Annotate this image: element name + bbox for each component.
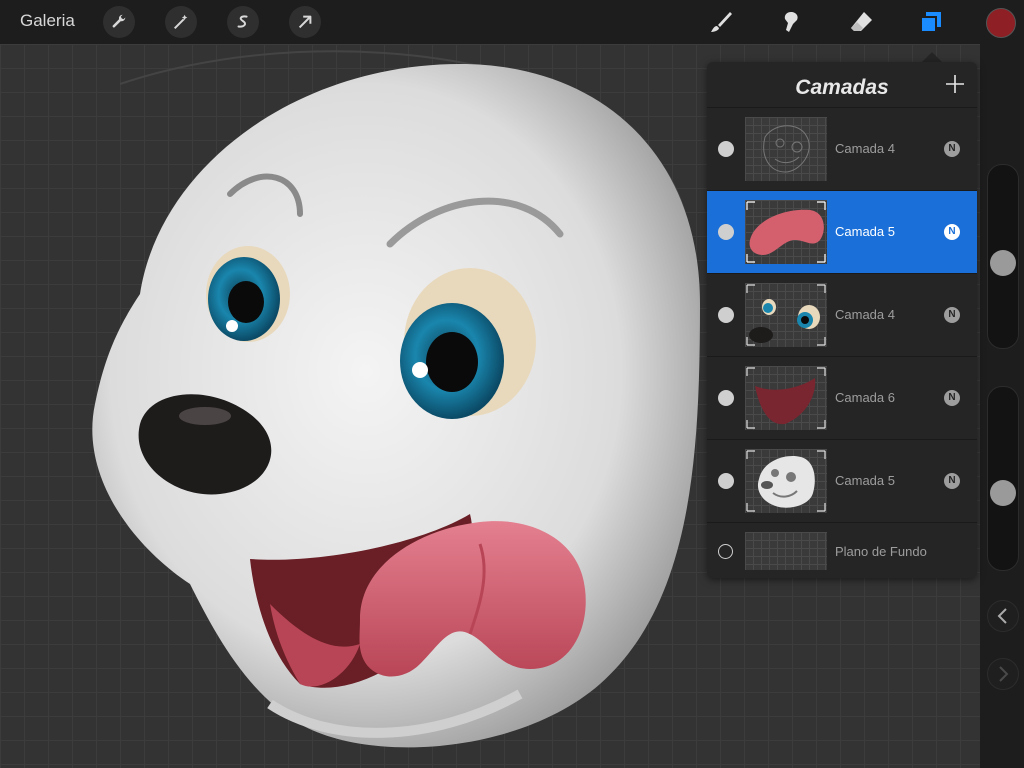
background-layer-row[interactable]: Plano de Fundo [707, 522, 977, 579]
eraser-icon[interactable] [844, 6, 878, 38]
layer-thumbnail [745, 200, 827, 264]
opacity-knob[interactable] [990, 480, 1016, 506]
layer-row[interactable]: Camada 5 N [707, 439, 977, 523]
gallery-button[interactable]: Galeria [20, 11, 75, 31]
blend-mode-button[interactable]: N [944, 224, 960, 240]
layer-thumbnail [745, 449, 827, 513]
background-thumbnail [745, 532, 827, 570]
blend-mode-button[interactable]: N [944, 473, 960, 489]
layer-visibility-toggle[interactable] [718, 390, 734, 406]
transform-arrow-icon[interactable] [289, 6, 321, 38]
brush-size-knob[interactable] [990, 250, 1016, 276]
layer-thumbnail [745, 117, 827, 181]
color-picker-button[interactable] [986, 8, 1016, 38]
chevron-left-icon[interactable] [987, 600, 1019, 632]
layer-row-selected[interactable]: Camada 5 N [707, 190, 977, 274]
magic-wand-icon[interactable] [165, 6, 197, 38]
layers-panel-title: Camadas [795, 76, 889, 99]
opacity-slider[interactable] [987, 386, 1019, 571]
layers-icon[interactable] [914, 6, 948, 38]
layer-name: Camada 5 [835, 473, 895, 488]
selection-icon[interactable] [227, 6, 259, 38]
layer-name: Camada 4 [835, 141, 895, 156]
brush-icon[interactable] [704, 6, 738, 38]
blend-mode-button[interactable]: N [944, 141, 960, 157]
wrench-icon[interactable] [103, 6, 135, 38]
layer-row[interactable]: Camada 4 N [707, 107, 977, 191]
layer-row[interactable]: Camada 6 N [707, 356, 977, 440]
brush-size-slider[interactable] [987, 164, 1019, 349]
chevron-right-icon[interactable] [987, 658, 1019, 690]
right-sidebar [980, 44, 1024, 768]
layer-name: Camada 5 [835, 224, 895, 239]
layers-panel-caret [922, 52, 942, 62]
layer-row[interactable]: Camada 4 N [707, 273, 977, 357]
layer-visibility-toggle[interactable] [718, 224, 734, 240]
background-layer-name: Plano de Fundo [835, 544, 927, 559]
layer-visibility-toggle[interactable] [718, 473, 734, 489]
layer-visibility-toggle[interactable] [718, 141, 734, 157]
blend-mode-button[interactable]: N [944, 307, 960, 323]
layers-panel: Camadas Camada 4 N Camada 5 N Camada 4 N [707, 62, 977, 578]
smudge-icon[interactable] [774, 6, 808, 38]
blend-mode-button[interactable]: N [944, 390, 960, 406]
layer-name: Camada 4 [835, 307, 895, 322]
layer-thumbnail [745, 283, 827, 347]
top-toolbar: Galeria [0, 0, 1024, 44]
layer-thumbnail [745, 366, 827, 430]
layer-visibility-toggle[interactable] [718, 307, 734, 323]
plus-icon[interactable] [941, 70, 969, 98]
background-visibility-toggle[interactable] [718, 544, 733, 559]
layer-name: Camada 6 [835, 390, 895, 405]
